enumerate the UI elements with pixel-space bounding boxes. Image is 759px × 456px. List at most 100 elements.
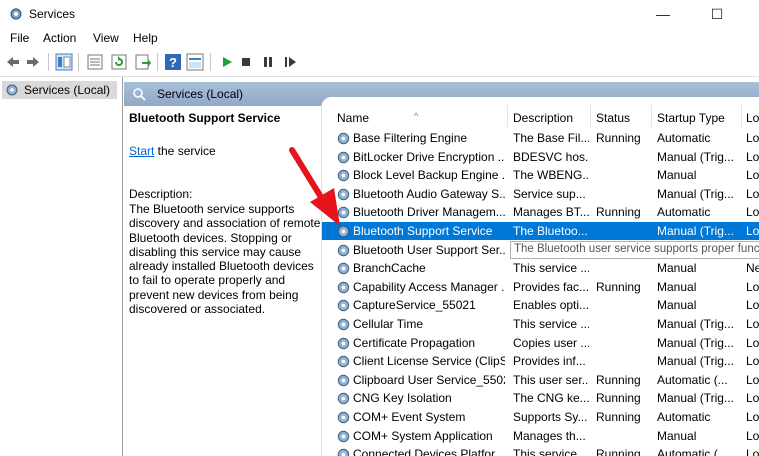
cell-name: Bluetooth Support Service <box>353 224 493 238</box>
service-gear-icon <box>337 337 350 349</box>
table-row[interactable]: Base Filtering Engine The Base Fil... Runn… <box>322 129 759 147</box>
cell-name: Client License Service (ClipS... <box>353 354 505 369</box>
cell-startup-type: Manual <box>657 298 697 313</box>
cell-description: BDESVC hos... <box>513 149 589 164</box>
cell-logon: Lo <box>746 372 759 387</box>
table-row[interactable]: BitLocker Drive Encryption ... BDESVC hos… <box>322 148 759 166</box>
table-row[interactable]: Certificate Propagation Copies user ... Ma… <box>322 334 759 352</box>
cell-name: Clipboard User Service_55021 <box>353 372 505 387</box>
table-row[interactable]: Bluetooth Audio Gateway S... Service sup.… <box>322 185 759 203</box>
export-icon[interactable] <box>134 53 152 71</box>
cell-logon: Lo <box>746 205 759 220</box>
service-gear-icon <box>337 262 350 275</box>
column-header-description[interactable]: Description <box>508 97 590 127</box>
restart-icon[interactable] <box>281 53 299 71</box>
cell-description: Supports Sy... <box>513 410 588 424</box>
pause-icon[interactable] <box>259 53 277 71</box>
cell-logon: Lo <box>746 335 759 350</box>
stop-icon[interactable] <box>237 53 255 71</box>
cell-logon: Lo <box>746 224 759 238</box>
start-icon[interactable] <box>218 53 236 71</box>
cell-name: Certificate Propagation <box>353 335 476 350</box>
toolbar: ? <box>0 48 759 77</box>
cell-description: This user ser... <box>513 372 589 387</box>
sort-ascending-icon: ^ <box>414 111 419 121</box>
menu-view[interactable]: View <box>93 31 119 45</box>
start-service-link[interactable]: Start <box>129 144 154 158</box>
cell-name: Capability Access Manager ... <box>353 279 505 294</box>
cell-description: The Bluetoo... <box>513 224 588 238</box>
cell-startup-type: Manual (Trig... <box>657 391 734 406</box>
menu-file[interactable]: File <box>10 31 29 45</box>
cell-name: Base Filtering Engine <box>353 131 468 145</box>
column-header-startup-label: Startup Type <box>657 111 725 125</box>
toolbar-separator <box>157 53 158 71</box>
refresh-icon[interactable] <box>110 53 128 71</box>
cell-startup-type: Manual <box>657 279 697 294</box>
service-gear-icon <box>337 448 350 456</box>
cell-startup-type: Automatic (... <box>657 447 728 456</box>
table-row[interactable]: CNG Key Isolation The CNG ke... Running Man… <box>322 389 759 407</box>
cell-name: Connected Devices Platfor... <box>353 447 505 456</box>
cell-logon: Lo <box>746 279 759 294</box>
table-row[interactable]: Connected Devices Platfor... This service… <box>322 445 759 456</box>
minimize-button[interactable]: — <box>640 0 686 28</box>
table-row[interactable]: BranchCache This service ... Manual Ne <box>322 259 759 277</box>
service-gear-icon <box>337 281 350 293</box>
search-icon <box>133 88 146 101</box>
cell-logon: Lo <box>746 317 759 331</box>
cell-description: Manages BT... <box>513 205 589 220</box>
cell-status: Running <box>596 372 641 387</box>
properties-icon[interactable] <box>86 53 104 71</box>
cell-startup-type: Automatic <box>657 131 711 145</box>
table-row[interactable]: Cellular Time This service ... Manual (Tri… <box>322 315 759 333</box>
cell-status: Running <box>596 391 641 406</box>
table-row[interactable]: COM+ System Application Manages th... Manu… <box>322 427 759 445</box>
cell-status: Running <box>596 447 641 456</box>
menu-action[interactable]: Action <box>43 31 76 45</box>
maximize-button[interactable]: ☐ <box>694 0 740 28</box>
forward-icon[interactable] <box>24 53 42 71</box>
cell-name: BitLocker Drive Encryption ... <box>353 149 505 164</box>
table-row[interactable]: Bluetooth Driver Managem... Manages BT...… <box>322 203 759 221</box>
services-gear-icon <box>10 8 22 20</box>
start-service-suffix: the service <box>154 144 216 158</box>
table-row[interactable]: Capability Access Manager ... Provides fa… <box>322 278 759 296</box>
service-gear-icon <box>337 374 350 386</box>
cell-logon: Lo <box>746 131 759 145</box>
cell-status: Running <box>596 205 641 220</box>
console-tree-icon[interactable] <box>55 53 73 71</box>
service-gear-icon <box>337 318 350 331</box>
table-row[interactable]: CaptureService_55021 Enables opti... Manua… <box>322 296 759 314</box>
cell-description: Copies user ... <box>513 335 589 350</box>
column-header-logon[interactable]: Lo <box>742 97 759 127</box>
cell-name: Block Level Backup Engine ... <box>353 168 505 183</box>
menu-help[interactable]: Help <box>133 31 158 45</box>
cell-startup-type: Automatic <box>657 205 711 220</box>
tree-item-services-local[interactable]: Services (Local) <box>2 81 117 99</box>
table-row[interactable]: COM+ Event System Supports Sy... Running Au… <box>322 408 759 426</box>
back-icon[interactable] <box>4 53 22 71</box>
cell-status: Running <box>596 410 641 424</box>
cell-description: Manages th... <box>513 428 586 443</box>
tooltip-text: The Bluetooth user service supports prop… <box>514 243 759 255</box>
table-row[interactable]: Clipboard User Service_55021 This user se… <box>322 371 759 389</box>
service-gear-icon <box>337 430 350 442</box>
service-gear-icon <box>337 393 350 405</box>
column-header-name[interactable]: ^ Name <box>322 97 507 127</box>
table-row[interactable]: Client License Service (ClipS... Provides… <box>322 352 759 370</box>
services-list[interactable]: ^ Name Description Status Startup Type L… <box>322 97 759 456</box>
column-header-status[interactable]: Status <box>591 97 651 127</box>
column-header-status-label: Status <box>596 111 631 125</box>
toolbar-separator <box>78 53 79 71</box>
table-row-selected[interactable]: Bluetooth Support Service The Bluetoo... M… <box>322 222 759 240</box>
cell-logon: Lo <box>746 149 759 164</box>
cell-name: Bluetooth Audio Gateway S... <box>353 186 505 201</box>
column-header-startup-type[interactable]: Startup Type <box>652 97 741 127</box>
table-row[interactable]: Block Level Backup Engine ... The WBENG..… <box>322 166 759 184</box>
help-icon[interactable]: ? <box>164 53 182 71</box>
cell-description: The WBENG... <box>513 168 589 183</box>
cell-description: Provides fac... <box>513 279 589 294</box>
show-hide-icon[interactable] <box>186 53 204 71</box>
cell-status: Running <box>596 131 641 145</box>
